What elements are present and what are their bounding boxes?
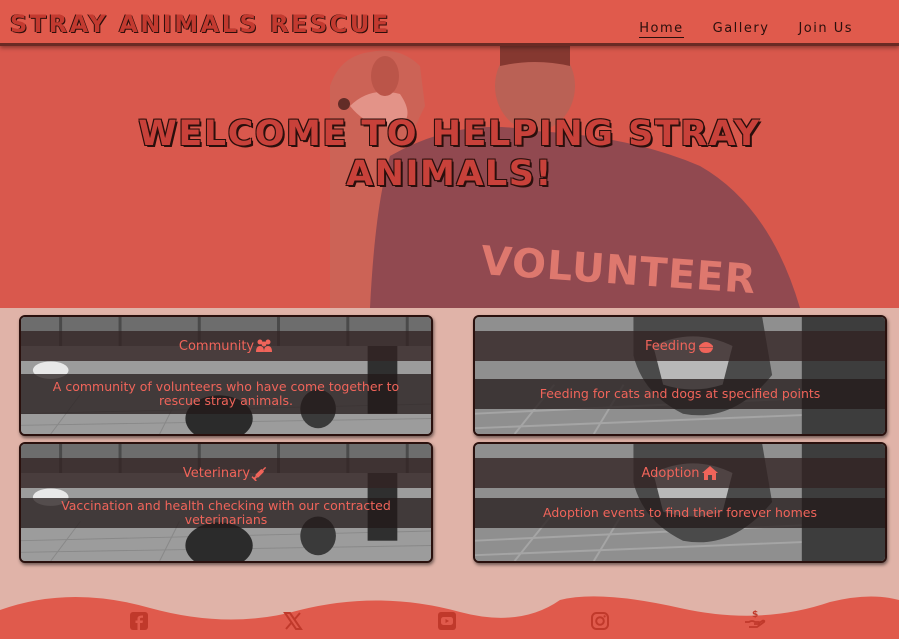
service-card-community[interactable]: Community A community of volunteers who … xyxy=(19,315,433,436)
service-card-veterinary[interactable]: Veterinary Vaccination and health checki… xyxy=(19,442,433,563)
service-card-description: A community of volunteers who have come … xyxy=(52,379,400,408)
x-icon[interactable] xyxy=(282,610,304,632)
bowl-icon xyxy=(699,342,714,353)
nav-join-us-link[interactable]: Join Us xyxy=(798,21,853,38)
main-nav: Home Gallery Join Us xyxy=(639,21,853,38)
site-logo-text[interactable]: STRAY ANIMALS RESCUE xyxy=(10,10,391,38)
house-icon xyxy=(701,466,718,480)
hero-banner: VOLUNTEER WELCOME TO HELPING STRAY ANIMA… xyxy=(0,46,899,308)
service-card-description: Adoption events to find their forever ho… xyxy=(543,505,817,520)
users-icon xyxy=(256,339,273,352)
service-card-adoption[interactable]: Adoption Adoption events to find their f… xyxy=(473,442,887,563)
facebook-icon[interactable] xyxy=(128,610,150,632)
nav-gallery-link[interactable]: Gallery xyxy=(713,21,770,38)
service-card-title: Veterinary xyxy=(182,465,251,481)
footer: $ xyxy=(0,590,899,639)
hero-title-line-1: WELCOME TO HELPING STRAY xyxy=(138,114,761,154)
instagram-icon[interactable] xyxy=(589,610,611,632)
service-card-description: Vaccination and health checking with our… xyxy=(61,498,391,527)
nav-home-link[interactable]: Home xyxy=(639,21,684,38)
youtube-icon[interactable] xyxy=(436,610,458,632)
service-card-title: Community xyxy=(178,338,255,354)
hero-title: WELCOME TO HELPING STRAY ANIMALS! xyxy=(0,114,899,194)
syringe-icon xyxy=(251,466,267,481)
service-card-title: Adoption xyxy=(641,465,700,481)
service-card-description: Feeding for cats and dogs at specified p… xyxy=(539,386,821,401)
donate-icon[interactable]: $ xyxy=(744,608,766,630)
service-card-feeding[interactable]: Feeding Feeding for cats and dogs at spe… xyxy=(473,315,887,436)
service-card-title: Feeding xyxy=(644,338,697,354)
hero-title-line-2: ANIMALS! xyxy=(346,154,553,194)
svg-text:$: $ xyxy=(752,610,758,620)
top-navbar: STRAY ANIMALS RESCUE Home Gallery Join U… xyxy=(0,0,899,46)
